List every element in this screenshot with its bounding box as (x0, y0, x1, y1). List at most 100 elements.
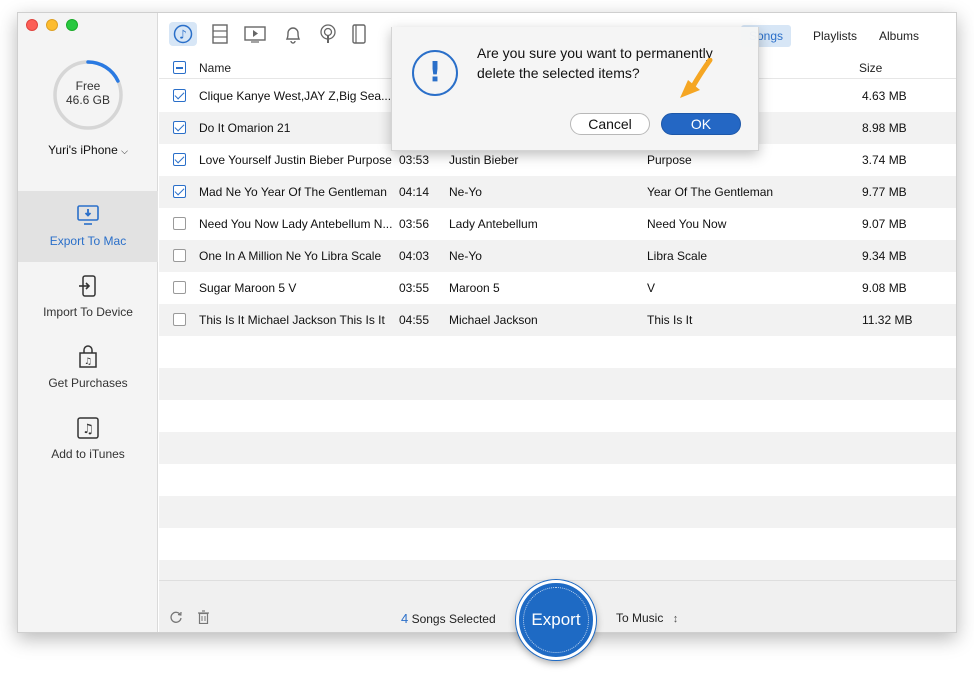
nav-import-to-device[interactable]: Import To Device (18, 262, 158, 333)
table-row (159, 336, 956, 368)
song-artist: Lady Antebellum (449, 217, 538, 231)
table-row[interactable]: One In A Million Ne Yo Libra Scale 04:03 N… (159, 240, 956, 272)
tab-albums[interactable]: Albums (871, 25, 927, 47)
song-album: V (647, 281, 656, 295)
export-to-mac-icon (77, 205, 99, 225)
song-size: 9.77 MB (862, 185, 907, 199)
table-row (159, 368, 956, 400)
table-row[interactable]: Mad Ne Yo Year Of The Gentleman 04:14 Ne-Y… (159, 176, 956, 208)
select-all-checkbox[interactable] (173, 61, 186, 74)
song-time: 04:55 (399, 313, 430, 327)
selection-status: 4 Songs Selected (401, 611, 496, 626)
row-checkbox[interactable] (173, 313, 186, 326)
minimize-window-button[interactable] (46, 19, 58, 31)
song-size: 4.63 MB (862, 89, 907, 103)
tab-playlists[interactable]: Playlists (805, 25, 865, 47)
close-window-button[interactable] (26, 19, 38, 31)
song-name: Need You Now Lady Antebellum N... (199, 217, 393, 231)
window-controls (26, 19, 78, 31)
song-time: 03:56 (399, 217, 430, 231)
video-icon (244, 26, 266, 43)
nav-add-to-itunes[interactable]: ♫ Add to iTunes (18, 404, 158, 475)
column-header-name[interactable]: Name (199, 61, 231, 75)
svg-text:♫: ♫ (84, 357, 92, 367)
row-checkbox[interactable] (173, 153, 186, 166)
row-checkbox[interactable] (173, 185, 186, 198)
song-name: Clique Kanye West,JAY Z,Big Sea... (199, 89, 392, 103)
app-window: Free 46.6 GB Yuri's iPhone ⌵ Export To M… (17, 12, 957, 633)
trash-icon[interactable] (197, 610, 210, 624)
song-size: 11.32 MB (862, 313, 913, 327)
book-icon (352, 24, 366, 44)
alert-icon: ! (412, 50, 458, 96)
song-album: Year Of The Gentleman (647, 185, 774, 199)
ok-button[interactable]: OK (661, 113, 741, 135)
table-row (159, 528, 956, 560)
books-category-button[interactable] (349, 22, 369, 46)
song-time: 04:03 (399, 249, 430, 263)
music-category-button[interactable]: ♪ (169, 22, 197, 46)
song-artist: Maroon 5 (449, 281, 500, 295)
ringtones-category-button[interactable] (279, 22, 307, 46)
row-checkbox[interactable] (173, 249, 186, 262)
song-name: Do It Omarion 21 (199, 121, 291, 135)
pointer-arrow-icon (680, 58, 713, 98)
song-name: Love Yourself Justin Bieber Purpose (199, 153, 392, 167)
table-row (159, 464, 956, 496)
table-row (159, 432, 956, 464)
song-name: Mad Ne Yo Year Of The Gentleman (199, 185, 387, 199)
song-name: Sugar Maroon 5 V (199, 281, 297, 295)
chevron-down-icon: ⌵ (121, 146, 128, 156)
song-time: 04:14 (399, 185, 430, 199)
song-size: 9.34 MB (862, 249, 907, 263)
song-artist: Michael Jackson (449, 313, 538, 327)
export-ring (523, 587, 589, 653)
updown-chevron-icon: ↕ (672, 613, 679, 625)
device-selector[interactable]: Yuri's iPhone ⌵ (18, 143, 158, 157)
row-checkbox[interactable] (173, 121, 186, 134)
selected-count: 4 (401, 611, 409, 626)
cancel-button[interactable]: Cancel (570, 113, 650, 135)
nav-get-purchases[interactable]: ♫ Get Purchases (18, 333, 158, 404)
song-size: 8.98 MB (862, 121, 907, 135)
podcasts-category-button[interactable] (314, 22, 342, 46)
nav-export-to-mac[interactable]: Export To Mac (18, 191, 158, 262)
storage-value: 46.6 GB (65, 93, 111, 107)
song-list: Clique Kanye West,JAY Z,Big Sea... 4.63 M… (159, 80, 956, 592)
song-name: This Is It Michael Jackson This Is It (199, 313, 385, 327)
film-icon (212, 24, 228, 44)
itunes-note-icon: ♫ (77, 417, 99, 439)
import-to-device-icon (79, 275, 96, 297)
table-row[interactable]: Need You Now Lady Antebellum N... 03:56 La… (159, 208, 956, 240)
row-checkbox[interactable] (173, 281, 186, 294)
movies-category-button[interactable] (206, 22, 234, 46)
selected-label: Songs Selected (411, 612, 496, 626)
nav-label: Import To Device (43, 305, 133, 319)
song-size: 9.08 MB (862, 281, 907, 295)
export-button[interactable]: Export (516, 580, 596, 660)
row-checkbox[interactable] (173, 217, 186, 230)
song-album: Need You Now (647, 217, 727, 231)
row-checkbox[interactable] (173, 89, 186, 102)
nav-label: Get Purchases (48, 376, 128, 390)
table-row[interactable]: This Is It Michael Jackson This Is It 04:… (159, 304, 956, 336)
table-row (159, 400, 956, 432)
storage-info: Free 46.6 GB (52, 79, 124, 107)
table-row[interactable]: Sugar Maroon 5 V 03:55 Maroon 5 V 9.08 MB (159, 272, 956, 304)
destination-selector[interactable]: To Music ↕ (616, 611, 678, 625)
purchases-bag-icon: ♫ (79, 345, 97, 368)
song-album: This Is It (647, 313, 693, 327)
song-name: One In A Million Ne Yo Libra Scale (199, 249, 382, 263)
device-name: Yuri's iPhone (48, 143, 118, 157)
svg-text:♫: ♫ (82, 422, 94, 437)
videos-category-button[interactable] (241, 22, 269, 46)
song-artist: Ne-Yo (449, 185, 482, 199)
zoom-window-button[interactable] (66, 19, 78, 31)
song-size: 3.74 MB (862, 153, 907, 167)
song-album: Libra Scale (647, 249, 708, 263)
storage-label: Free (75, 79, 101, 93)
nav-label: Export To Mac (49, 234, 127, 248)
refresh-icon[interactable] (169, 610, 183, 624)
song-time: 03:55 (399, 281, 430, 295)
column-header-size[interactable]: Size (859, 61, 882, 75)
